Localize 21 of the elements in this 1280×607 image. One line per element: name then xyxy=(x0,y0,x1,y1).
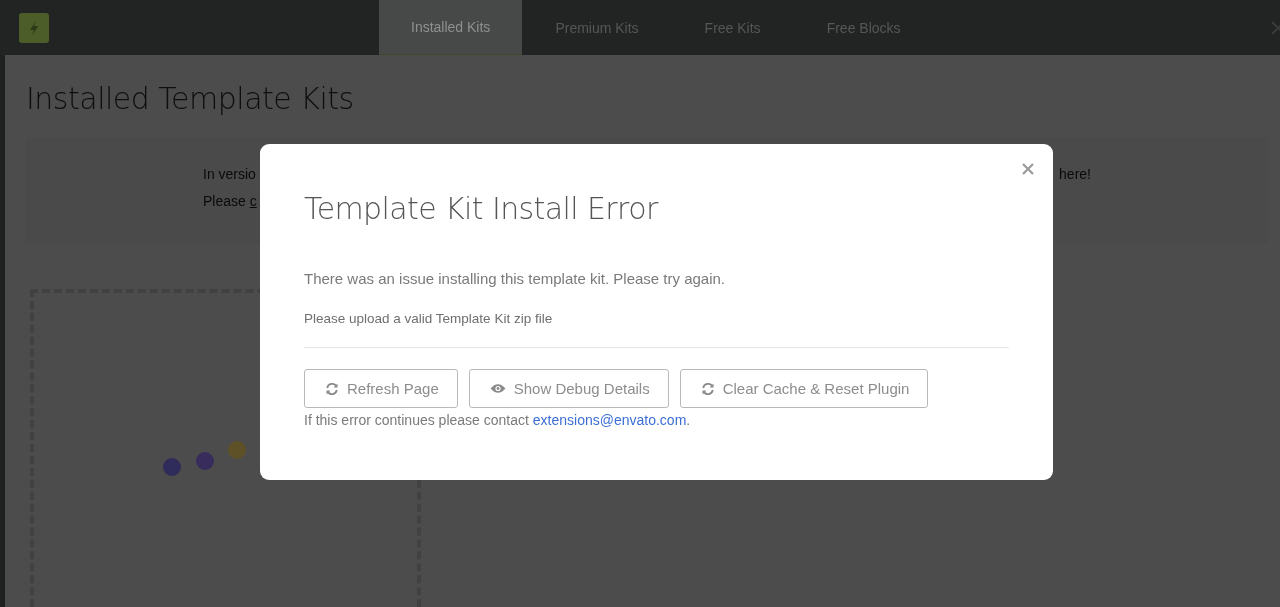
refresh-icon xyxy=(700,381,715,396)
action-button[interactable]: Clear Cache & Reset Plugin xyxy=(679,369,929,408)
contact-text: . xyxy=(686,412,691,428)
logo-icon xyxy=(19,12,49,43)
error-detail: Please upload a valid Template Kit zip file xyxy=(304,310,554,328)
contact-text: If this error continues please contact xyxy=(304,412,529,428)
page-title: Installed Template Kits xyxy=(26,80,355,118)
notice-text: Please xyxy=(203,193,246,209)
show-debug-button[interactable]: Show Debug Details xyxy=(468,369,669,408)
notice-text: here! xyxy=(1059,166,1091,184)
notice-link[interactable]: c xyxy=(249,193,257,209)
dialog-title: Template Kit Install Error xyxy=(304,190,660,228)
notice-text: In versio xyxy=(203,166,256,184)
eye-icon xyxy=(489,383,506,394)
refresh-icon xyxy=(325,381,339,396)
close-icon[interactable] xyxy=(1270,19,1280,36)
action-button[interactable]: Refresh Page xyxy=(304,369,458,408)
close-icon[interactable] xyxy=(1022,163,1034,175)
error-message: There was an issue installing this template kit. Please try again. xyxy=(304,270,727,288)
nav-tab[interactable]: Installed Kits xyxy=(379,0,523,55)
loading-dots-icon xyxy=(163,441,247,476)
